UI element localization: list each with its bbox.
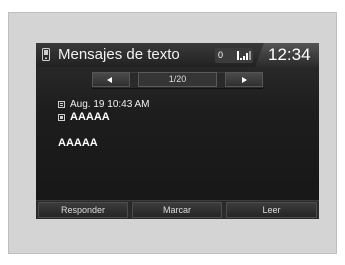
signal-icon [237, 51, 251, 60]
display-screen: Mensajes de texto 0 12:34 1/20 Aug. 19 1… [36, 43, 319, 219]
message-date: Aug. 19 10:43 AM [70, 99, 150, 110]
clock: 12:34 [268, 45, 311, 64]
reply-button[interactable]: Responder [38, 202, 128, 218]
call-button[interactable]: Marcar [132, 202, 222, 218]
read-button[interactable]: Leer [226, 202, 317, 218]
message-sender: AAAAA [70, 111, 110, 123]
next-button[interactable] [225, 72, 263, 87]
status-count: 0 [218, 50, 224, 60]
screen-title: Mensajes de texto [58, 46, 180, 63]
message-body: AAAAA [58, 137, 98, 149]
previous-button[interactable] [92, 72, 130, 87]
page-indicator: 1/20 [138, 72, 217, 87]
triangle-left-icon [107, 77, 112, 83]
phone-icon [58, 114, 65, 121]
phone-icon [42, 48, 50, 61]
envelope-icon [58, 101, 65, 108]
triangle-right-icon [242, 77, 247, 83]
